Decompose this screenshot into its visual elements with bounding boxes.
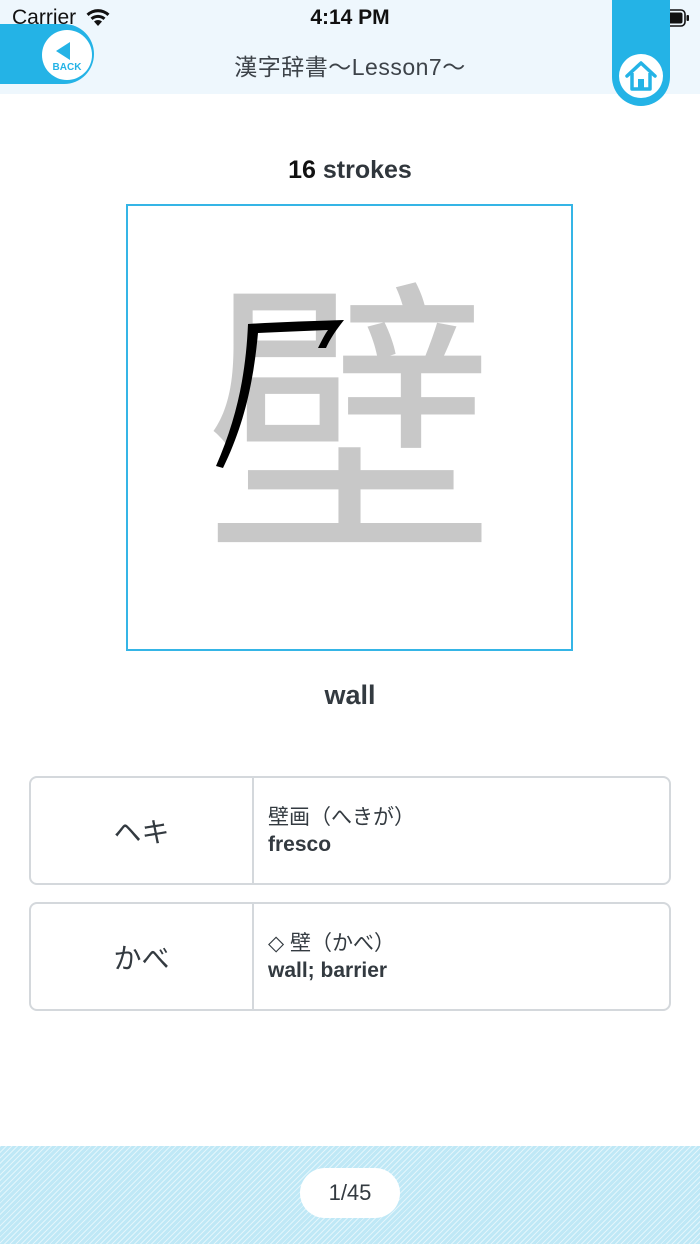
current-stroke <box>216 320 344 468</box>
home-icon[interactable] <box>623 58 659 94</box>
example-cell: 壁画（へきが） fresco <box>254 778 669 883</box>
stroke-count-number: 16 <box>288 156 316 184</box>
kanji-stroke-display[interactable]: 壁 <box>126 204 573 651</box>
example-word: ◇ 壁（かべ） <box>268 932 395 955</box>
stroke-count-label: strokes <box>315 156 412 184</box>
back-label[interactable]: BACK <box>42 62 92 73</box>
reading-text: ヘキ <box>31 778 254 883</box>
example-cell: ◇ 壁（かべ） wall; barrier <box>254 904 669 1009</box>
back-arrow-icon[interactable] <box>54 40 72 62</box>
page-title: 漢字辞書〜Lesson7〜 <box>234 54 466 80</box>
example-word: 壁画（へきが） <box>268 806 415 829</box>
reading-row[interactable]: かべ ◇ 壁（かべ） wall; barrier <box>29 902 671 1011</box>
clock: 4:14 PM <box>310 6 390 29</box>
nav-bar: 漢字辞書〜Lesson7〜 <box>0 36 700 94</box>
reading-row[interactable]: ヘキ 壁画（へきが） fresco <box>29 776 671 885</box>
example-translation: fresco <box>268 833 332 856</box>
status-bar: Carrier 4:14 PM <box>0 0 700 36</box>
example-translation: wall; barrier <box>268 959 388 982</box>
page-indicator: 1/45 <box>300 1168 400 1218</box>
stroke-count: 16 strokes <box>0 156 700 185</box>
kanji-meaning: wall <box>324 680 376 710</box>
reading-text: かべ <box>31 904 254 1009</box>
